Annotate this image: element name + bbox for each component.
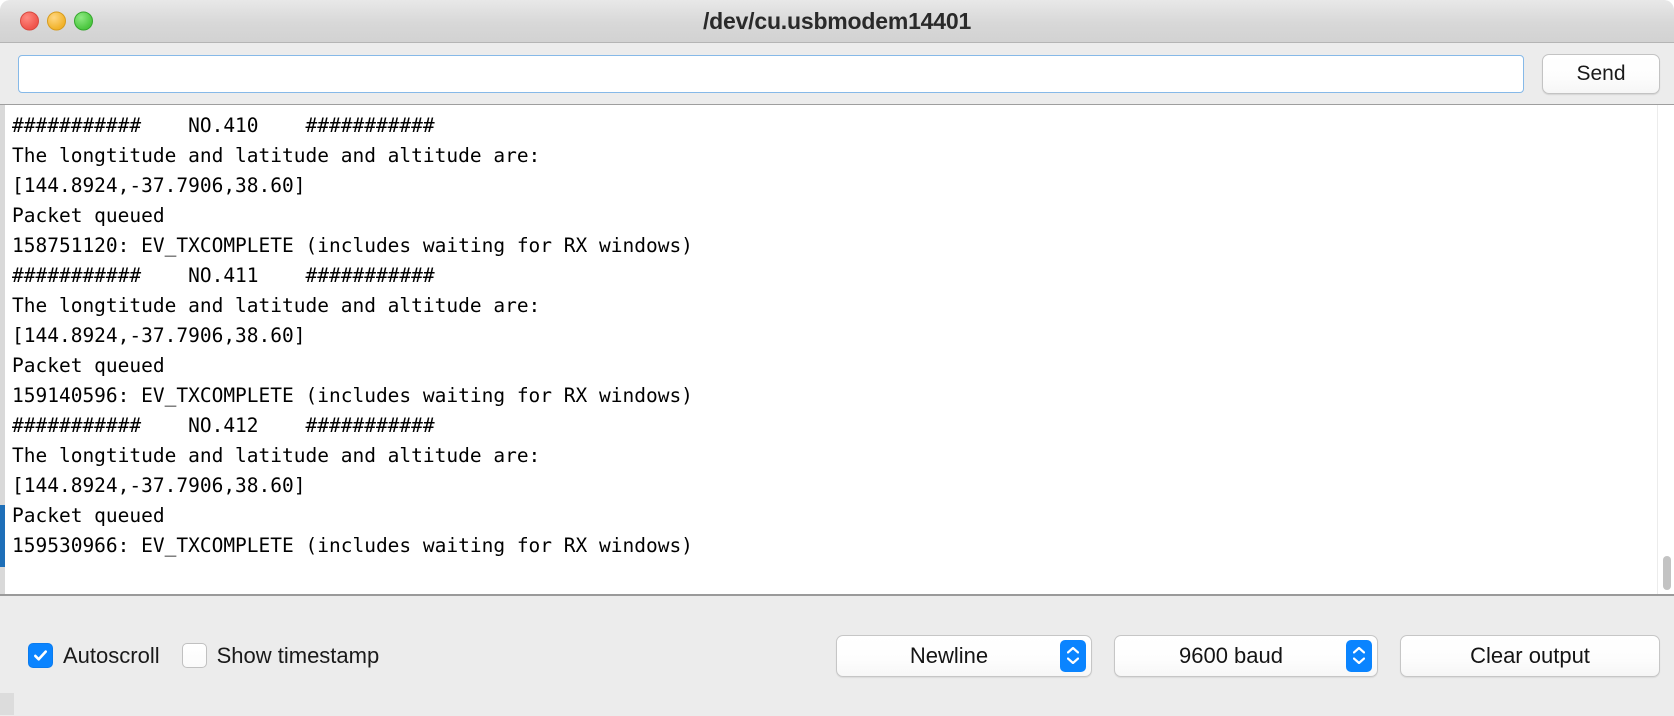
console-line: [144.8924,-37.7906,38.60] bbox=[12, 174, 306, 197]
console-line: Packet queued bbox=[12, 204, 165, 227]
bottom-toolbar: Autoscroll Show timestamp Newline 9600 b… bbox=[0, 596, 1674, 715]
show-timestamp-checkbox[interactable] bbox=[181, 643, 207, 668]
console-line: ########### NO.412 ########### bbox=[12, 414, 435, 437]
console-line: Packet queued bbox=[12, 504, 165, 527]
console-output-area: ########### NO.410 ########### The longti… bbox=[0, 105, 1674, 596]
console-text[interactable]: ########### NO.410 ########### The longti… bbox=[5, 105, 1658, 594]
console-scrollbar-thumb[interactable] bbox=[1663, 556, 1671, 590]
autoscroll-checkbox-item[interactable]: Autoscroll bbox=[28, 643, 160, 669]
settings-group: Newline 9600 baud Clear output bbox=[836, 634, 1660, 677]
console-line: 158751120: EV_TXCOMPLETE (includes waiti… bbox=[12, 234, 693, 257]
baud-rate-dropdown[interactable]: 9600 baud bbox=[1114, 634, 1378, 677]
console-line: The longtitude and latitude and altitude… bbox=[12, 294, 541, 317]
window-corner-decoration bbox=[0, 693, 14, 715]
line-ending-value: Newline bbox=[909, 642, 989, 668]
close-window-button[interactable] bbox=[20, 11, 39, 31]
console-line: [144.8924,-37.7906,38.60] bbox=[12, 324, 306, 347]
console-line: [144.8924,-37.7906,38.60] bbox=[12, 474, 306, 497]
console-scrollbar[interactable] bbox=[1657, 105, 1674, 594]
send-bar: Send bbox=[0, 43, 1674, 105]
console-line: The longtitude and latitude and altitude… bbox=[12, 444, 541, 467]
chevron-updown-icon[interactable] bbox=[1346, 639, 1372, 672]
console-line: ########### NO.410 ########### bbox=[12, 114, 435, 137]
show-timestamp-label: Show timestamp bbox=[216, 642, 380, 668]
checkmark-icon bbox=[34, 650, 47, 661]
serial-send-input[interactable] bbox=[18, 54, 1524, 93]
serial-monitor-window: /dev/cu.usbmodem14401 Send ########### N… bbox=[0, 0, 1674, 716]
clear-output-button[interactable]: Clear output bbox=[1400, 634, 1660, 677]
window-titlebar: /dev/cu.usbmodem14401 bbox=[0, 0, 1674, 43]
toggle-group: Autoscroll Show timestamp bbox=[28, 643, 379, 669]
console-line: Packet queued bbox=[12, 354, 165, 377]
console-line: 159140596: EV_TXCOMPLETE (includes waiti… bbox=[12, 384, 693, 407]
minimize-window-button[interactable] bbox=[47, 11, 66, 31]
baud-rate-value: 9600 baud bbox=[1179, 642, 1283, 668]
autoscroll-label: Autoscroll bbox=[63, 642, 160, 668]
window-title: /dev/cu.usbmodem14401 bbox=[702, 7, 972, 34]
console-line: ########### NO.411 ########### bbox=[12, 264, 435, 287]
maximize-window-button[interactable] bbox=[74, 11, 93, 31]
show-timestamp-checkbox-item[interactable]: Show timestamp bbox=[181, 642, 380, 669]
console-line: The longtitude and latitude and altitude… bbox=[12, 144, 541, 167]
autoscroll-checkbox[interactable] bbox=[28, 643, 53, 668]
chevron-updown-icon[interactable] bbox=[1060, 639, 1086, 672]
traffic-light-group bbox=[20, 11, 93, 31]
send-button[interactable]: Send bbox=[1542, 53, 1660, 94]
line-ending-dropdown[interactable]: Newline bbox=[836, 634, 1092, 677]
console-line: 159530966: EV_TXCOMPLETE (includes waiti… bbox=[12, 534, 693, 557]
